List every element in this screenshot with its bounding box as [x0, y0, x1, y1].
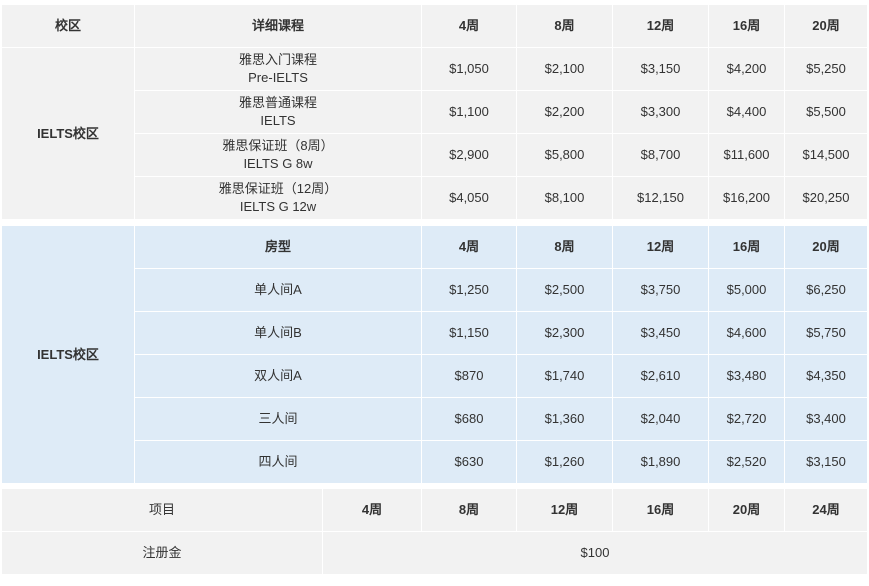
- price-cell: $3,480: [708, 354, 785, 398]
- header-item: 项目: [1, 488, 323, 532]
- price-cell: $1,150: [421, 311, 517, 355]
- price-cell: $2,520: [708, 440, 785, 484]
- price-cell: $680: [421, 397, 517, 441]
- price-cell: $870: [421, 354, 517, 398]
- header-16w: 16周: [708, 4, 785, 48]
- price-cell: $3,400: [784, 397, 868, 441]
- header-campus: 校区: [1, 4, 135, 48]
- price-cell: $3,150: [612, 47, 709, 91]
- header-4w: 4周: [322, 488, 422, 532]
- price-cell: $2,720: [708, 397, 785, 441]
- price-cell: $3,150: [784, 440, 868, 484]
- header-4w: 4周: [421, 225, 517, 269]
- header-room-type: 房型: [134, 225, 422, 269]
- campus-name: IELTS校区: [1, 47, 135, 220]
- header-8w: 8周: [516, 4, 613, 48]
- campus-name: IELTS校区: [1, 225, 135, 484]
- price-cell: $2,200: [516, 90, 613, 134]
- header-8w: 8周: [421, 488, 517, 532]
- header-12w: 12周: [612, 4, 709, 48]
- room-type: 单人间A: [134, 268, 422, 312]
- fee-value: $100: [322, 531, 868, 575]
- price-cell: $1,250: [421, 268, 517, 312]
- header-20w: 20周: [784, 225, 868, 269]
- price-cell: $2,100: [516, 47, 613, 91]
- price-cell: $5,500: [784, 90, 868, 134]
- price-cell: $16,200: [708, 176, 785, 220]
- price-cell: $1,360: [516, 397, 613, 441]
- price-cell: $2,900: [421, 133, 517, 177]
- room-type: 三人间: [134, 397, 422, 441]
- price-cell: $14,500: [784, 133, 868, 177]
- header-24w: 24周: [784, 488, 868, 532]
- header-20w: 20周: [784, 4, 868, 48]
- tuition-table: 校区 详细课程 4周 8周 12周 16周 20周 IELTS校区 雅思入门课程…: [1, 4, 868, 220]
- room-type: 四人间: [134, 440, 422, 484]
- price-cell: $3,300: [612, 90, 709, 134]
- price-cell: $4,350: [784, 354, 868, 398]
- header-4w: 4周: [421, 4, 517, 48]
- price-cell: $4,050: [421, 176, 517, 220]
- price-cell: $3,450: [612, 311, 709, 355]
- price-cell: $1,260: [516, 440, 613, 484]
- price-cell: $11,600: [708, 133, 785, 177]
- price-cell: $12,150: [612, 176, 709, 220]
- course-name: 雅思普通课程 IELTS: [134, 90, 422, 134]
- room-type: 双人间A: [134, 354, 422, 398]
- room-type: 单人间B: [134, 311, 422, 355]
- course-name: 雅思入门课程 Pre-IELTS: [134, 47, 422, 91]
- price-cell: $1,050: [421, 47, 517, 91]
- header-8w: 8周: [516, 225, 613, 269]
- price-cell: $8,100: [516, 176, 613, 220]
- course-name: 雅思保证班（8周） IELTS G 8w: [134, 133, 422, 177]
- price-cell: $5,800: [516, 133, 613, 177]
- table-row: 注册金 $100: [1, 531, 868, 575]
- price-cell: $4,600: [708, 311, 785, 355]
- price-tables: 校区 详细课程 4周 8周 12周 16周 20周 IELTS校区 雅思入门课程…: [0, 0, 869, 586]
- price-cell: $5,250: [784, 47, 868, 91]
- fee-item: 注册金: [1, 531, 323, 575]
- dorm-table: IELTS校区 房型 4周 8周 12周 16周 20周 单人间A $1,250…: [1, 225, 868, 484]
- course-name: 雅思保证班（12周） IELTS G 12w: [134, 176, 422, 220]
- price-cell: $2,300: [516, 311, 613, 355]
- header-12w: 12周: [516, 488, 613, 532]
- price-cell: $6,250: [784, 268, 868, 312]
- tuition-header-row: 校区 详细课程 4周 8周 12周 16周 20周: [1, 4, 868, 48]
- price-cell: $1,890: [612, 440, 709, 484]
- price-cell: $2,040: [612, 397, 709, 441]
- price-cell: $2,500: [516, 268, 613, 312]
- dorm-header-row: IELTS校区 房型 4周 8周 12周 16周 20周: [1, 225, 868, 484]
- price-cell: $1,100: [421, 90, 517, 134]
- price-cell: $3,750: [612, 268, 709, 312]
- price-cell: $8,700: [612, 133, 709, 177]
- price-cell: $20,250: [784, 176, 868, 220]
- fees-table: 项目 4周 8周 12周 16周 20周 24周 注册金 $100: [1, 488, 868, 575]
- table-row: IELTS校区 雅思入门课程 Pre-IELTS $1,050 $2,100 $3…: [1, 47, 868, 220]
- header-course: 详细课程: [134, 4, 422, 48]
- price-cell: $2,610: [612, 354, 709, 398]
- price-cell: $4,200: [708, 47, 785, 91]
- header-16w: 16周: [612, 488, 709, 532]
- price-cell: $630: [421, 440, 517, 484]
- price-cell: $5,000: [708, 268, 785, 312]
- price-cell: $1,740: [516, 354, 613, 398]
- header-20w: 20周: [708, 488, 785, 532]
- price-cell: $4,400: [708, 90, 785, 134]
- fees-header-row: 项目 4周 8周 12周 16周 20周 24周: [1, 488, 868, 532]
- header-12w: 12周: [612, 225, 709, 269]
- header-16w: 16周: [708, 225, 785, 269]
- price-cell: $5,750: [784, 311, 868, 355]
